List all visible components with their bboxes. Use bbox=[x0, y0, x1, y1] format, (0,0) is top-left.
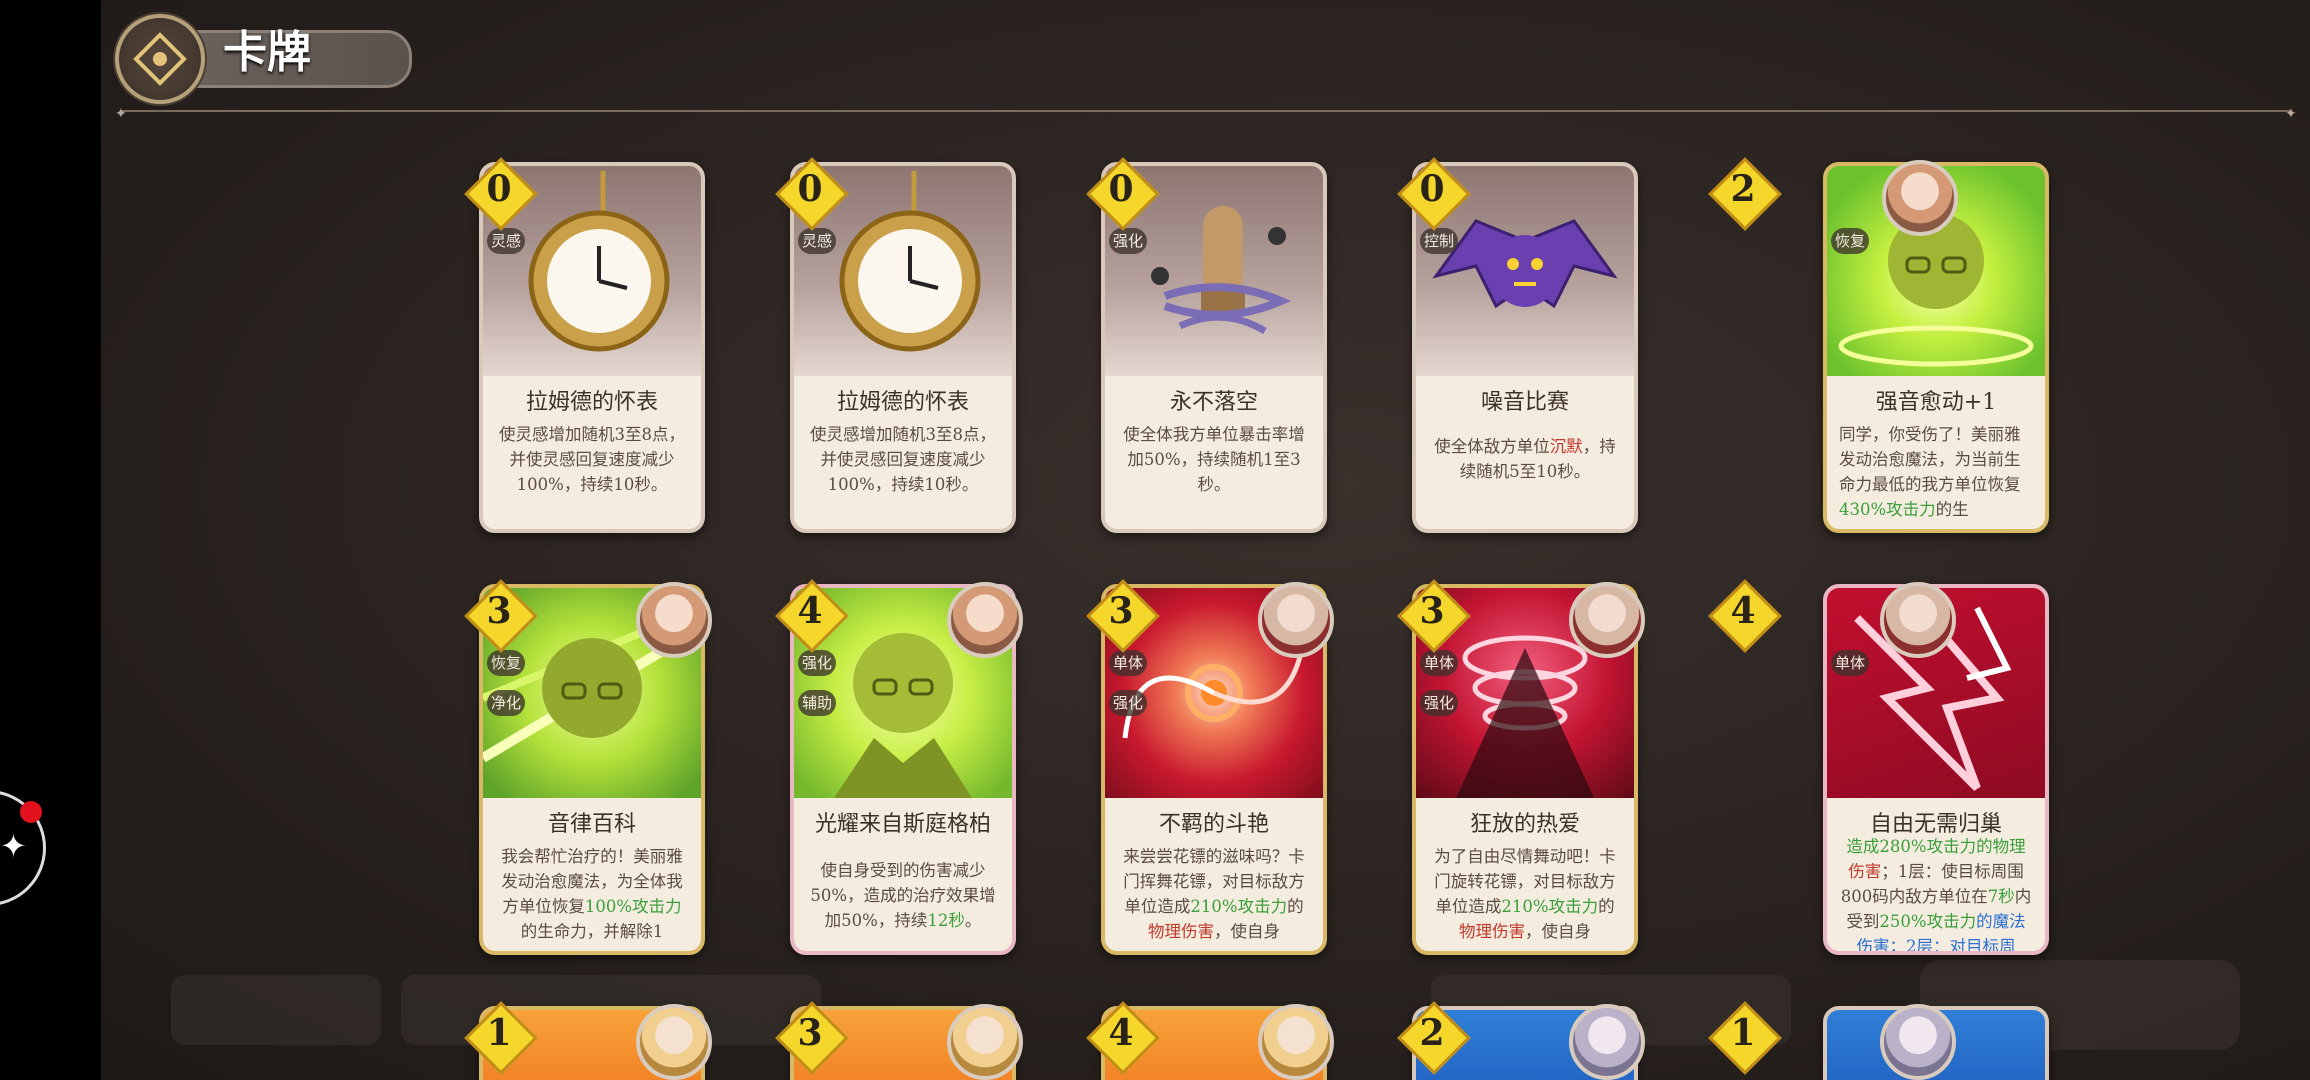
character-portrait bbox=[636, 582, 712, 658]
left-system-bar: ✦ bbox=[0, 0, 101, 1080]
character-portrait bbox=[636, 1004, 712, 1080]
cost-badge: 4 bbox=[1086, 1001, 1160, 1075]
card-name: 光耀来自斯庭格柏 bbox=[814, 812, 991, 837]
character-portrait bbox=[1569, 582, 1645, 658]
card-name: 音律百科 bbox=[547, 812, 636, 837]
character-portrait bbox=[1882, 160, 1958, 236]
cost-badge: 2 bbox=[1397, 1001, 1471, 1075]
card-tag: 辅助 bbox=[798, 690, 836, 716]
card-description: 来尝尝花镖的滋味吗？卡门挥舞花镖，对目标敌方单位造成210%攻击力的物理伤害，使… bbox=[1123, 847, 1305, 941]
cost-badge: 3 bbox=[775, 1001, 849, 1075]
bg-ghost-bar bbox=[171, 975, 381, 1045]
card-description: 使全体我方单位暴击率增加50%，持续随机1至3秒。 bbox=[1123, 425, 1305, 494]
cost-badge: 3 bbox=[1086, 579, 1160, 653]
page-title: 卡牌 bbox=[223, 27, 311, 78]
card-name: 不羁的斗艳 bbox=[1158, 812, 1269, 837]
cost-badge: 1 bbox=[464, 1001, 538, 1075]
card-description: 使自身受到的伤害减少50%，造成的治疗效果增加50%，持续12秒。 bbox=[810, 861, 996, 930]
character-portrait bbox=[947, 582, 1023, 658]
card-tag: 灵感 bbox=[798, 228, 836, 254]
record-indicator-dot bbox=[20, 801, 42, 823]
header-divider bbox=[121, 110, 2291, 112]
character-portrait bbox=[1569, 1004, 1645, 1080]
character-portrait bbox=[1880, 1004, 1956, 1080]
card-tag: 灵感 bbox=[487, 228, 525, 254]
cost-badge: 2 bbox=[1708, 157, 1782, 231]
card-tag: 单体 bbox=[1109, 650, 1147, 676]
card-name: 拉姆德的怀表 bbox=[836, 390, 969, 415]
character-portrait bbox=[1880, 582, 1956, 658]
card-name: 狂放的热爱 bbox=[1469, 812, 1580, 837]
card-panel: 卡牌 ✦ ✦ 灵感 拉姆德的怀表 使灵感增加随机3至8点，并使灵感回复速度减少1… bbox=[101, 0, 2310, 1080]
character-portrait bbox=[947, 1004, 1023, 1080]
character-portrait bbox=[1258, 1004, 1334, 1080]
card-emblem-icon bbox=[115, 14, 205, 104]
cost-badge: 3 bbox=[464, 579, 538, 653]
card-name: 拉姆德的怀表 bbox=[525, 390, 658, 415]
card-tag: 强化 bbox=[1109, 228, 1147, 254]
cost-badge: 0 bbox=[1086, 157, 1160, 231]
sparkle-icon: ✦ bbox=[0, 827, 27, 865]
card-tag: 强化 bbox=[1420, 690, 1458, 716]
card-tag: 强化 bbox=[1109, 690, 1147, 716]
cost-badge: 4 bbox=[1708, 579, 1782, 653]
card-description: 同学，你受伤了！美丽雅发动治愈魔法，为当前生命力最低的我方单位恢复430%攻击力… bbox=[1839, 425, 2021, 519]
cost-badge: 4 bbox=[775, 579, 849, 653]
cost-badge: 3 bbox=[1397, 579, 1471, 653]
card-tag: 单体 bbox=[1420, 650, 1458, 676]
cost-badge: 0 bbox=[1397, 157, 1471, 231]
card-tag: 强化 bbox=[798, 650, 836, 676]
card-description: 使灵感增加随机3至8点，并使灵感回复速度减少100%，持续10秒。 bbox=[810, 425, 996, 494]
cost-badge: 1 bbox=[1708, 1001, 1782, 1075]
card-tag: 净化 bbox=[487, 690, 525, 716]
card-name: 噪音比赛 bbox=[1480, 390, 1569, 415]
card-tag: 控制 bbox=[1420, 228, 1458, 254]
card-name: 永不落空 bbox=[1169, 390, 1258, 415]
character-portrait bbox=[1258, 582, 1334, 658]
divider-end-icon: ✦ bbox=[115, 106, 127, 122]
card-name: 强音愈动+1 bbox=[1875, 390, 1997, 415]
cost-badge: 0 bbox=[775, 157, 849, 231]
card-tag: 单体 bbox=[1831, 650, 1869, 676]
card-description: 我会帮忙治疗的！美丽雅发动治愈魔法，为全体我方单位恢复100%攻击力的生命力，并… bbox=[501, 847, 683, 941]
card-description: 为了自由尽情舞动吧！卡门旋转花镖，对目标敌方单位造成210%攻击力的物理伤害，使… bbox=[1434, 847, 1616, 941]
cost-badge: 0 bbox=[464, 157, 538, 231]
card-description: 使灵感增加随机3至8点，并使灵感回复速度减少100%，持续10秒。 bbox=[499, 425, 685, 494]
card-tag: 恢复 bbox=[487, 650, 525, 676]
card-description: 造成280%攻击力的物理伤害；1层：使目标周围800码内敌方单位在7秒内受到25… bbox=[1840, 837, 2032, 955]
divider-end-icon: ✦ bbox=[2285, 106, 2297, 122]
card-tag: 恢复 bbox=[1831, 228, 1869, 254]
card-description: 使全体敌方单位沉默，持续随机5至10秒。 bbox=[1434, 437, 1616, 481]
